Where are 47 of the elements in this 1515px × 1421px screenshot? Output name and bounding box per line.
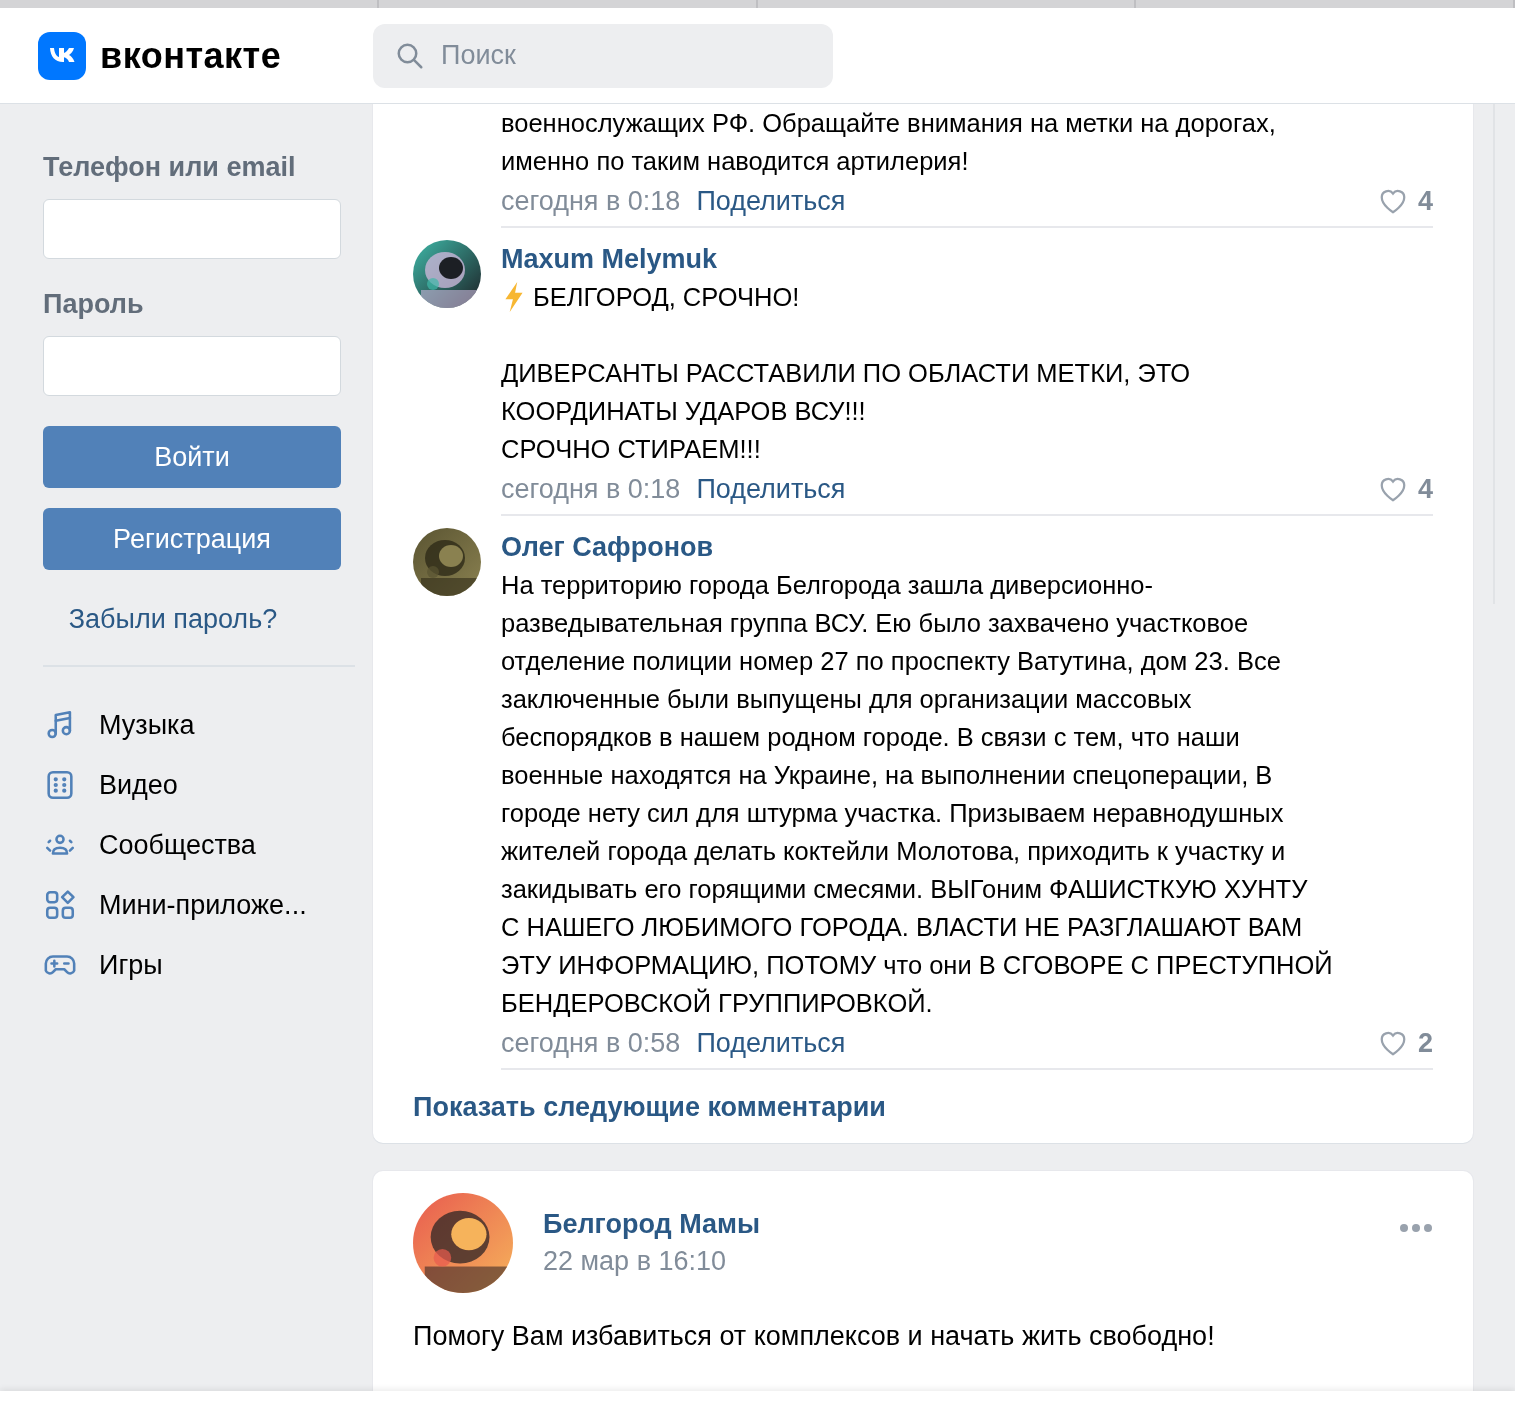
sidebar-item[interactable]: Музыка	[43, 695, 373, 755]
comment-text: именно по таким наводится артилерия!	[501, 146, 969, 177]
share-link[interactable]: Поделиться	[696, 185, 846, 217]
show-more-comments-link[interactable]: Показать следующие комментарии	[413, 1092, 1433, 1123]
comment-text: отделение полиции номер 27 по проспекту Ватутина, дом 23. Все	[501, 646, 1281, 677]
share-link[interactable]: Поделиться	[696, 473, 846, 505]
more-icon[interactable]	[1399, 1223, 1433, 1233]
comment-author[interactable]: Maxum Melymuk	[501, 240, 1433, 278]
comment-text: На территорию города Белгорода зашла диверсионно-	[501, 570, 1153, 601]
comment-text: ЭТУ ИНФОРМАЦИЮ, ПОТОМУ что они В СГОВОРЕ С ПРЕСТУПНОЙ	[501, 949, 1333, 981]
sidebar-item[interactable]: Мини-приложе...	[43, 875, 373, 935]
post-text: Помогу Вам избавиться от комплексов и начать жить свободно!	[413, 1321, 1216, 1352]
comment-text: ДИВЕРСАНТЫ РАССТАВИЛИ ПО ОБЛАСТИ МЕТКИ, ЭТО	[501, 358, 1191, 389]
comment-text: военные находятся на Украине, на выполнении спецоперации, В	[501, 760, 1273, 791]
search-field[interactable]: Поиск	[373, 23, 833, 88]
sidebar-item[interactable]: Игры	[43, 935, 373, 995]
register-button[interactable]: Регистрация	[43, 508, 341, 570]
post-author[interactable]: Белгород Мамы	[543, 1209, 1369, 1240]
comment-text: разведывательная группа ВСУ. Ею было захвачено участковое	[501, 608, 1249, 639]
comment-text: БЕНДЕРОВСКОЙ ГРУППИРОВКОЙ.	[501, 987, 933, 1019]
comment-author[interactable]: Олег Сафронов	[501, 528, 1433, 566]
login-button[interactable]: Войти	[43, 426, 341, 488]
share-link[interactable]: Поделиться	[696, 1027, 846, 1059]
comment-time: сегодня в 0:18	[501, 185, 681, 217]
comment-text: военнослужащих РФ. Обращайте внимания на метки на дорогах,	[501, 108, 1276, 139]
sidebar-item[interactable]: Видео	[43, 755, 373, 815]
comment-time: сегодня в 0:18	[501, 473, 681, 505]
comment-text: заключенные были выпущены для организации массовых	[501, 684, 1192, 715]
comment-text: закидывать его горящими смесями. ВЫГоним ФАШИСТКУЮ ХУНТУ	[501, 874, 1308, 905]
vk-logo-icon	[38, 31, 86, 80]
comment-time: сегодня в 0:58	[501, 1027, 681, 1059]
comment-text: КООРДИНАТЫ УДАРОВ ВСУ!!!	[501, 396, 866, 427]
comment-text: С НАШЕГО ЛЮБИМОГО ГОРОДА. ВЛАСТИ НЕ РАЗГЛАШАЮТ ВАМ	[501, 912, 1303, 943]
apps-grid-icon	[43, 888, 77, 922]
forgot-password-link[interactable]: Забыли пароль?	[68, 604, 278, 635]
comment-text: жителей города делать коктейли Молотова, приходить к участку и	[501, 836, 1286, 867]
field-label: Пароль	[43, 289, 145, 320]
password-field[interactable]	[43, 336, 341, 396]
comment-text: СРОЧНО СТИРАЕМ!!!	[501, 434, 761, 465]
login-field[interactable]	[43, 199, 341, 259]
comment-text: городе нету сил для штурма участка. Призываем неравнодушных	[501, 798, 1284, 829]
comment-text: беспорядков в нашем родном городе. В связи с тем, что наши	[501, 722, 1240, 753]
comment-text: БЕЛГОРОД, СРОЧНО!	[533, 282, 800, 313]
field-label: Телефон или email	[43, 152, 297, 183]
logo-text: вконтакте	[100, 34, 282, 77]
sidebar-item[interactable]: Сообщества	[43, 815, 373, 875]
post-date: 22 мар в 16:10	[543, 1246, 728, 1277]
